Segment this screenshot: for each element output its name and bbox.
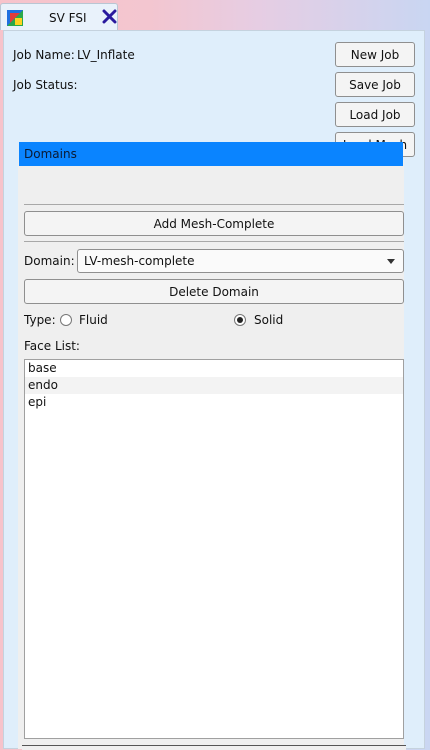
job-name-label: Job Name:: [13, 48, 75, 62]
delete-domain-button[interactable]: Delete Domain: [24, 279, 404, 304]
domain-label: Domain:: [24, 254, 75, 268]
domain-select[interactable]: LV-mesh-complete: [77, 249, 404, 273]
add-mesh-complete-button[interactable]: Add Mesh-Complete: [24, 211, 404, 236]
domain-select-value: LV-mesh-complete: [84, 254, 195, 268]
save-job-button[interactable]: Save Job: [335, 72, 415, 97]
sv-fsi-logo-icon: [7, 10, 23, 26]
face-list-item-epi[interactable]: epi: [25, 394, 403, 411]
job-status-label: Job Status:: [13, 78, 78, 92]
tab-bar: SV FSI: [0, 0, 430, 30]
domains-header[interactable]: Domains: [19, 142, 403, 166]
divider: [24, 241, 404, 242]
face-list-item-base[interactable]: base: [25, 360, 403, 377]
tab-sv-fsi[interactable]: SV FSI: [0, 3, 118, 30]
new-job-button[interactable]: New Job: [335, 42, 415, 67]
tab-title: SV FSI: [49, 11, 87, 25]
close-x-icon[interactable]: [102, 9, 117, 24]
type-label: Type:: [24, 313, 56, 327]
load-job-button[interactable]: Load Job: [335, 102, 415, 127]
face-list-label: Face List:: [24, 339, 80, 353]
bottom-divider: [22, 745, 406, 750]
face-list-item-endo[interactable]: endo: [25, 377, 403, 394]
type-solid-radio[interactable]: [234, 314, 246, 326]
type-fluid-label: Fluid: [79, 313, 108, 327]
divider: [24, 204, 404, 205]
chevron-down-icon: [387, 259, 395, 264]
type-solid-label: Solid: [254, 313, 284, 327]
type-fluid-radio[interactable]: [60, 314, 72, 326]
job-name-value: LV_Inflate: [77, 48, 135, 62]
face-list[interactable]: base endo epi: [24, 359, 404, 739]
